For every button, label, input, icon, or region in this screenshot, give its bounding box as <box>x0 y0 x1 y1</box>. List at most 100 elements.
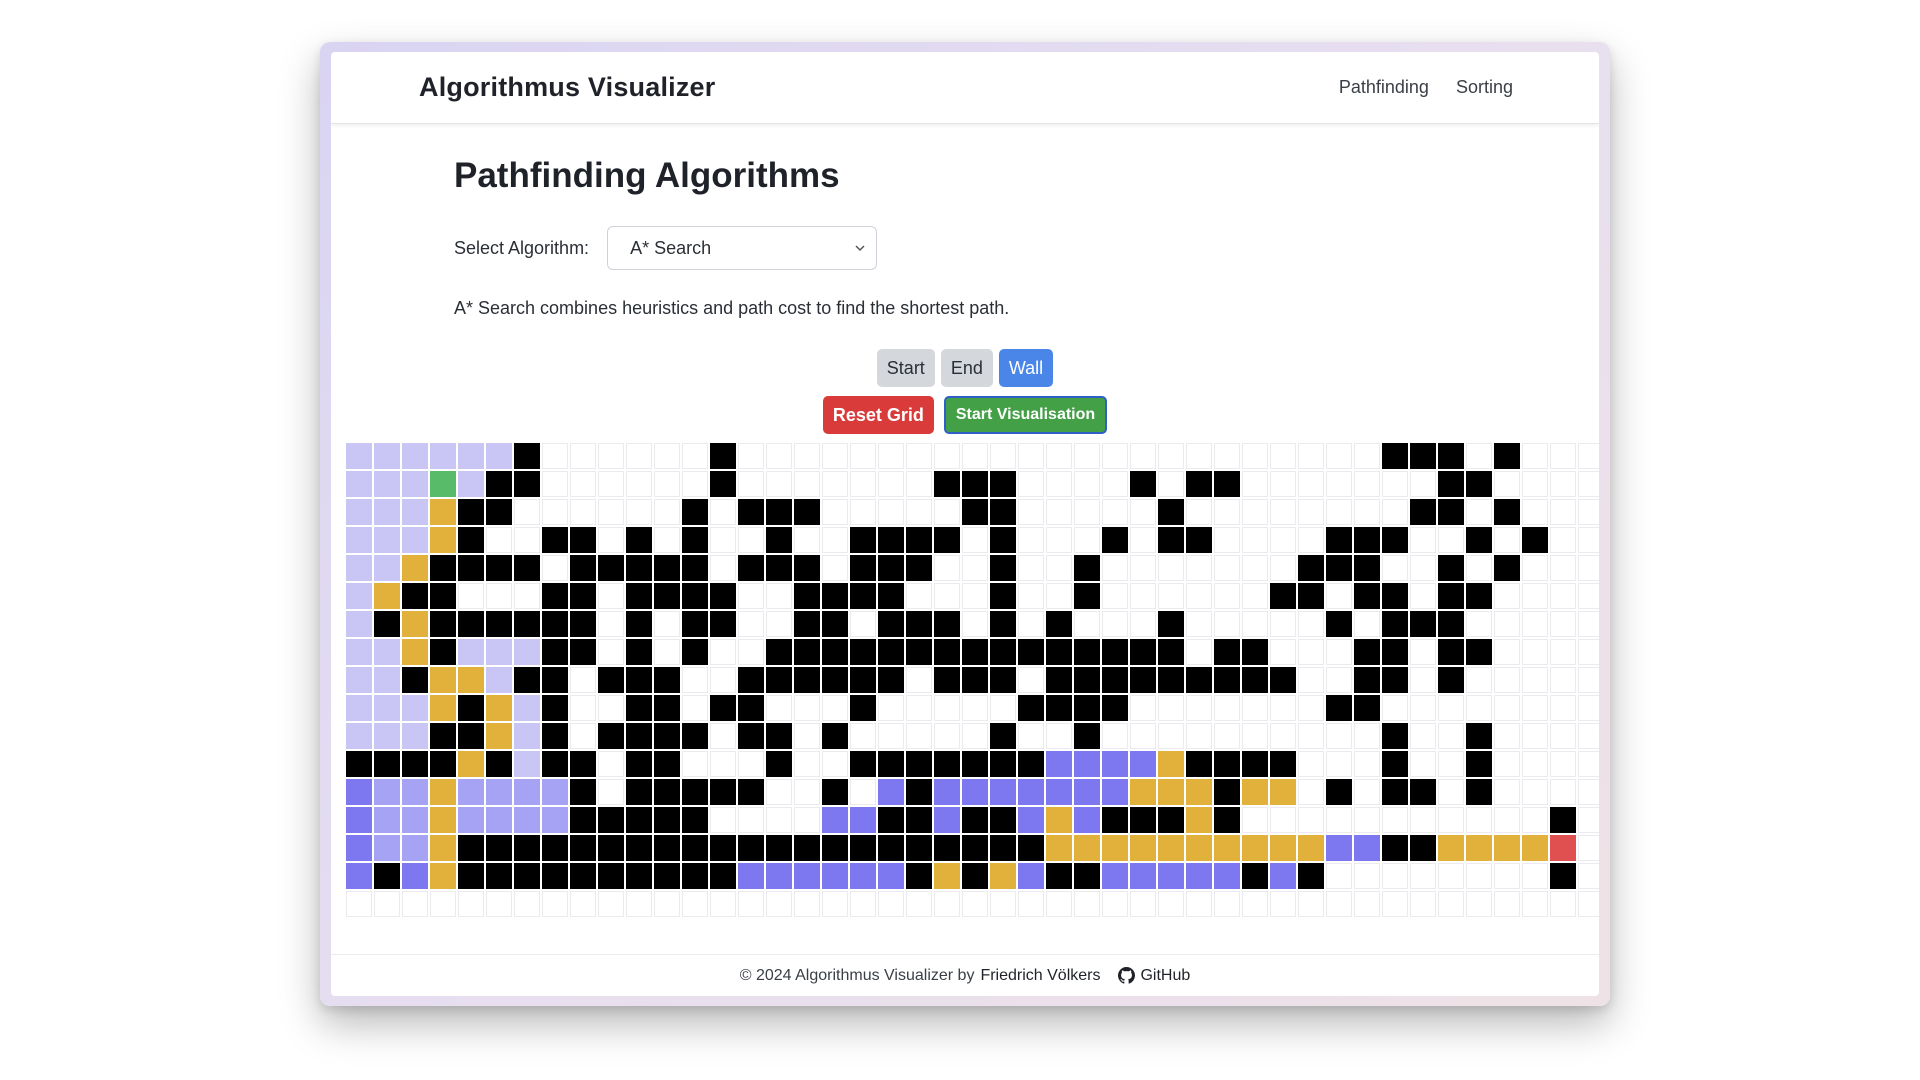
grid-cell-empty[interactable] <box>1578 807 1599 833</box>
grid-cell-wall[interactable] <box>878 583 904 609</box>
grid-cell-empty[interactable] <box>1242 807 1268 833</box>
grid-cell-wall[interactable] <box>1438 611 1464 637</box>
grid-cell-empty[interactable] <box>1074 611 1100 637</box>
grid-cell-visited-light[interactable] <box>374 667 400 693</box>
grid-cell-empty[interactable] <box>1102 471 1128 497</box>
grid-cell-visited-light[interactable] <box>346 471 372 497</box>
grid-cell-empty[interactable] <box>766 471 792 497</box>
grid-cell-empty[interactable] <box>822 527 848 553</box>
grid-cell-path[interactable] <box>1158 779 1184 805</box>
grid-cell-wall[interactable] <box>430 723 456 749</box>
grid-cell-wall[interactable] <box>570 611 596 637</box>
grid-cell-empty[interactable] <box>962 555 988 581</box>
grid-cell-visited-light[interactable] <box>458 443 484 469</box>
grid-cell-empty[interactable] <box>1522 723 1548 749</box>
grid-cell-wall[interactable] <box>1326 779 1352 805</box>
grid-cell-empty[interactable] <box>1410 695 1436 721</box>
grid-cell-empty[interactable] <box>1466 863 1492 889</box>
grid-cell-empty[interactable] <box>570 695 596 721</box>
grid-cell-wall[interactable] <box>1298 583 1324 609</box>
grid-cell-empty[interactable] <box>822 751 848 777</box>
grid-cell-empty[interactable] <box>906 583 932 609</box>
grid-cell-empty[interactable] <box>1130 443 1156 469</box>
grid-cell-visited-dark[interactable] <box>1102 863 1128 889</box>
grid-cell-visited-medium[interactable] <box>402 835 428 861</box>
grid-cell-empty[interactable] <box>1158 891 1184 917</box>
grid-cell-empty[interactable] <box>1578 639 1599 665</box>
grid-cell-wall[interactable] <box>542 611 568 637</box>
grid-cell-empty[interactable] <box>598 695 624 721</box>
grid-cell-wall[interactable] <box>710 611 736 637</box>
grid-cell-empty[interactable] <box>822 555 848 581</box>
grid-cell-visited-light[interactable] <box>346 667 372 693</box>
grid-cell-empty[interactable] <box>1466 891 1492 917</box>
grid-cell-path[interactable] <box>1270 779 1296 805</box>
grid-cell-wall[interactable] <box>1382 611 1408 637</box>
grid-cell-wall[interactable] <box>1214 751 1240 777</box>
grid-cell-visited-dark[interactable] <box>934 807 960 833</box>
grid-cell-empty[interactable] <box>1074 443 1100 469</box>
grid-cell-visited-medium[interactable] <box>374 779 400 805</box>
grid-cell-empty[interactable] <box>514 499 540 525</box>
grid-cell-empty[interactable] <box>1158 695 1184 721</box>
grid-cell-empty[interactable] <box>1046 891 1072 917</box>
grid-cell-wall[interactable] <box>962 499 988 525</box>
grid-cell-visited-medium[interactable] <box>542 779 568 805</box>
grid-cell-visited-dark[interactable] <box>1102 779 1128 805</box>
grid-cell-wall[interactable] <box>458 695 484 721</box>
grid-cell-wall[interactable] <box>402 751 428 777</box>
grid-cell-wall[interactable] <box>1466 527 1492 553</box>
grid-cell-empty[interactable] <box>1578 695 1599 721</box>
grid-cell-empty[interactable] <box>850 723 876 749</box>
grid-cell-wall[interactable] <box>1466 779 1492 805</box>
grid-cell-path[interactable] <box>1046 835 1072 861</box>
grid-cell-wall[interactable] <box>962 863 988 889</box>
grid-cell-wall[interactable] <box>1158 527 1184 553</box>
grid-cell-empty[interactable] <box>654 443 680 469</box>
grid-cell-empty[interactable] <box>486 527 512 553</box>
grid-cell-wall[interactable] <box>1074 583 1100 609</box>
grid-cell-wall[interactable] <box>990 723 1016 749</box>
grid-cell-wall[interactable] <box>682 499 708 525</box>
grid-cell-empty[interactable] <box>1494 639 1520 665</box>
grid-cell-wall[interactable] <box>626 751 652 777</box>
grid-cell-wall[interactable] <box>1186 471 1212 497</box>
grid-cell-empty[interactable] <box>1578 555 1599 581</box>
grid-cell-empty[interactable] <box>1494 779 1520 805</box>
grid-cell-visited-medium[interactable] <box>458 779 484 805</box>
grid-cell-empty[interactable] <box>1382 555 1408 581</box>
grid-cell-empty[interactable] <box>1522 667 1548 693</box>
grid-cell-wall[interactable] <box>850 555 876 581</box>
grid-cell-path[interactable] <box>430 779 456 805</box>
grid-cell-empty[interactable] <box>1242 443 1268 469</box>
grid-cell-wall[interactable] <box>1354 527 1380 553</box>
grid-cell-empty[interactable] <box>1158 471 1184 497</box>
grid-cell-empty[interactable] <box>514 527 540 553</box>
grid-cell-wall[interactable] <box>990 527 1016 553</box>
grid-cell-wall[interactable] <box>878 527 904 553</box>
grid-cell-empty[interactable] <box>654 639 680 665</box>
grid-cell-empty[interactable] <box>1438 527 1464 553</box>
grid-cell-wall[interactable] <box>486 611 512 637</box>
grid-cell-wall[interactable] <box>626 863 652 889</box>
grid-cell-visited-light[interactable] <box>458 639 484 665</box>
grid-cell-empty[interactable] <box>1270 639 1296 665</box>
grid-cell-empty[interactable] <box>794 891 820 917</box>
grid-cell-wall[interactable] <box>682 835 708 861</box>
grid-cell-wall[interactable] <box>626 611 652 637</box>
grid-cell-wall[interactable] <box>514 611 540 637</box>
grid-cell-empty[interactable] <box>1578 499 1599 525</box>
grid-cell-wall[interactable] <box>374 751 400 777</box>
grid-cell-wall[interactable] <box>1550 807 1576 833</box>
grid-cell-wall[interactable] <box>934 527 960 553</box>
grid-cell-empty[interactable] <box>570 499 596 525</box>
grid-cell-empty[interactable] <box>822 695 848 721</box>
grid-cell-empty[interactable] <box>654 891 680 917</box>
grid-cell-visited-dark[interactable] <box>1074 751 1100 777</box>
grid-cell-empty[interactable] <box>1326 723 1352 749</box>
grid-cell-visited-light[interactable] <box>402 443 428 469</box>
grid-cell-empty[interactable] <box>878 723 904 749</box>
grid-cell-empty[interactable] <box>542 891 568 917</box>
grid-cell-visited-light[interactable] <box>346 443 372 469</box>
grid-cell-wall[interactable] <box>682 723 708 749</box>
